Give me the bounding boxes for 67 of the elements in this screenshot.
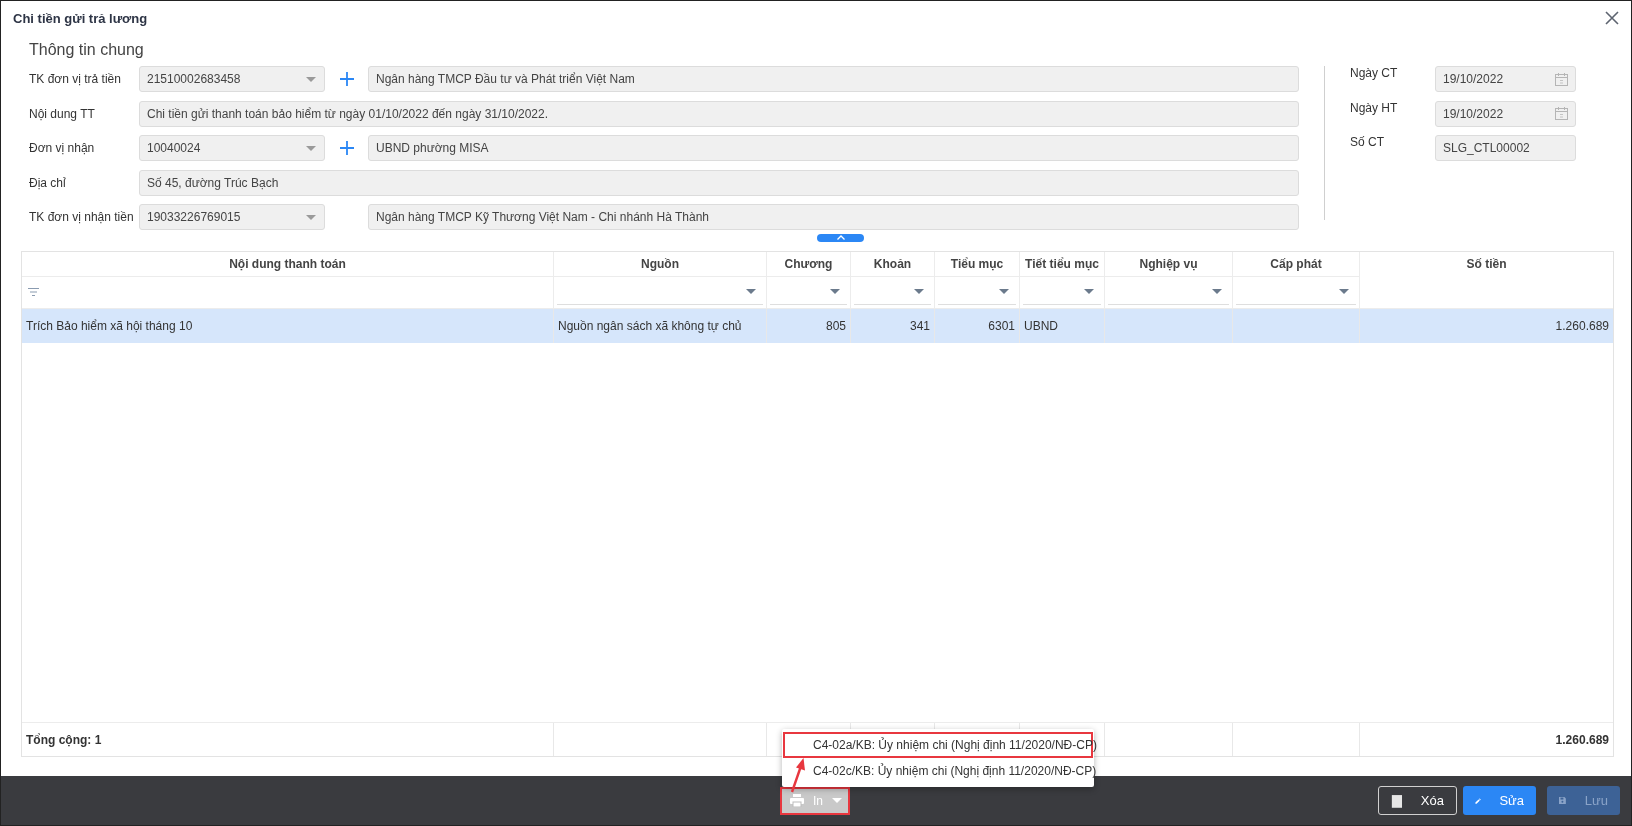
caret-icon: [832, 797, 842, 804]
name-field: UBND phường MISA: [368, 135, 1299, 161]
column-header[interactable]: Chương: [767, 252, 851, 277]
combo-field[interactable]: 21510002683458: [139, 66, 325, 92]
column-header[interactable]: Số tiền: [1360, 252, 1613, 277]
table-cell: 6301: [935, 309, 1020, 343]
chevron-up-icon: [836, 235, 845, 240]
field-label: Ngày CT: [1350, 66, 1399, 80]
text-field[interactable]: SLG_CTL00002: [1435, 135, 1576, 161]
dropdown-caret-icon: [1211, 288, 1223, 295]
field-label: Nội dung TT: [29, 106, 96, 121]
plus-icon: [339, 72, 354, 86]
close-icon: [1604, 10, 1620, 26]
column-header[interactable]: Nghiệp vụ: [1105, 252, 1233, 277]
name-field: Ngân hàng TMCP Kỹ Thương Việt Nam - Chi nhánh Hà Thành: [368, 204, 1299, 230]
column-header[interactable]: Tiết tiểu mục: [1020, 252, 1105, 277]
column-header[interactable]: Tiểu mục: [935, 252, 1020, 277]
table-cell: UBND: [1020, 309, 1105, 343]
combo-field[interactable]: 19033226769015: [139, 204, 325, 230]
dropdown-caret-icon: [305, 144, 317, 152]
add-button[interactable]: [338, 71, 355, 87]
trash-icon: [1391, 792, 1403, 809]
printer-icon: [790, 794, 804, 807]
combo-field[interactable]: 10040024: [139, 135, 325, 161]
table-cell: 805: [767, 309, 851, 343]
table-cell-text: 1.260.689: [1554, 318, 1610, 335]
dropdown-caret-icon: [998, 288, 1010, 295]
delete-button[interactable]: Xóa: [1378, 786, 1457, 815]
table-cell: Trích Bảo hiểm xã hội tháng 10: [22, 309, 554, 343]
calendar-icon: [1555, 72, 1568, 86]
field-label: Địa chỉ: [29, 175, 67, 190]
edit-button[interactable]: Sửa: [1463, 786, 1536, 815]
table-cell: 341: [851, 309, 935, 343]
dropdown-caret-icon: [1083, 288, 1095, 295]
field-label: Ngày HT: [1350, 100, 1399, 115]
column-header[interactable]: Khoản: [851, 252, 935, 277]
field-label: TK đơn vị nhận tiền: [29, 210, 135, 224]
field-label: TK đơn vị trả tiền: [29, 72, 122, 86]
column-header[interactable]: Nội dung thanh toán: [22, 252, 554, 277]
add-button[interactable]: [338, 140, 355, 156]
column-header[interactable]: Cấp phát: [1233, 252, 1360, 277]
text-field[interactable]: Số 45, đường Trúc Bạch: [139, 169, 1299, 196]
date-field[interactable]: 19/10/2022: [1435, 66, 1576, 92]
dropdown-caret-icon: [745, 288, 757, 295]
filter-icon[interactable]: [28, 288, 39, 296]
name-field: Ngân hàng TMCP Đầu tư và Phát triển Việt Nam: [368, 66, 1299, 92]
dropdown-caret-icon: [913, 288, 925, 295]
dropdown-caret-icon: [1338, 288, 1350, 295]
dropdown-caret-icon: [305, 213, 317, 221]
table-cell: Nguồn ngân sách xã không tự chủ: [554, 309, 767, 343]
total-amount: 1.260.689: [1555, 732, 1609, 747]
calendar-icon: [1555, 107, 1568, 120]
close-button[interactable]: [1603, 9, 1621, 27]
collapse-button[interactable]: [817, 233, 864, 242]
date-field[interactable]: 19/10/2022: [1435, 100, 1576, 127]
field-label: Đơn vị nhận: [29, 141, 96, 155]
dialog-title: Chi tiền gửi trả lương: [13, 10, 148, 26]
dropdown-caret-icon: [305, 75, 317, 83]
dropdown-caret-icon: [829, 288, 841, 295]
table-row[interactable]: Trích Bảo hiểm xã hội tháng 10 Nguồn ngân sách xã không tự chủ 805 341 6301 UBND 1.260.689: [22, 309, 1613, 343]
plus-icon: [339, 141, 354, 155]
total-label: Tổng cộng: 1: [26, 732, 102, 747]
section-heading: Thông tin chung: [28, 40, 145, 60]
field-label: Số CT: [1350, 135, 1385, 149]
column-header[interactable]: Nguồn: [554, 252, 767, 277]
annotation-arrow: [788, 757, 808, 793]
text-field[interactable]: Chi tiền gửi thanh toán bảo hiểm từ ngày 01/10/2022 đến ngày 31/10/2022.: [139, 100, 1299, 127]
